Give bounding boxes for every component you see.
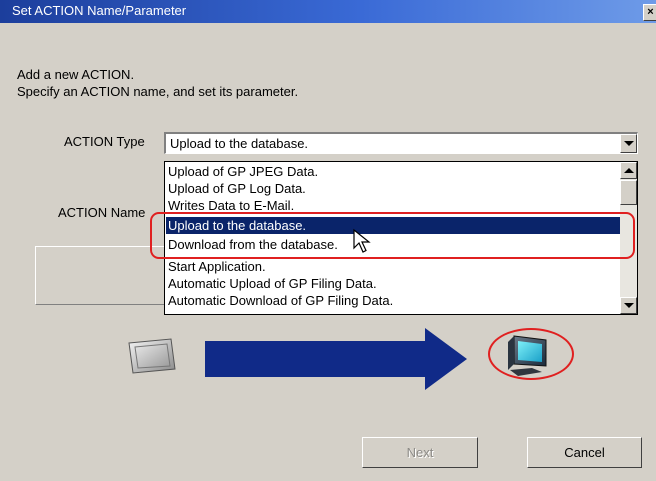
scrollbar-thumb[interactable]	[620, 180, 637, 205]
list-item[interactable]: Automatic Download of GP Filing Data.	[168, 292, 393, 309]
right-arrow-icon	[205, 328, 467, 390]
parameter-panel	[35, 246, 170, 305]
chevron-up-icon	[623, 168, 634, 173]
close-button[interactable]: ×	[643, 4, 656, 21]
action-type-combobox[interactable]: Upload to the database.	[164, 132, 638, 154]
action-type-label: ACTION Type	[64, 134, 145, 149]
highlight-pc-icon-annotation	[488, 328, 574, 380]
chevron-down-icon	[623, 141, 634, 146]
intro-line-2: Specify an ACTION name, and set its para…	[17, 84, 299, 99]
list-item[interactable]: Start Application.	[168, 258, 266, 275]
next-button[interactable]: Next	[362, 437, 478, 468]
close-icon: ×	[647, 6, 654, 18]
window-title: Set ACTION Name/Parameter	[12, 3, 187, 18]
intro-line-1: Add a new ACTION.	[17, 67, 135, 82]
combobox-dropdown-button[interactable]	[620, 134, 637, 153]
chevron-down-icon	[623, 303, 634, 308]
gp-display-icon	[128, 338, 176, 374]
action-name-label: ACTION Name	[58, 205, 146, 220]
action-type-value: Upload to the database.	[170, 136, 309, 151]
scroll-up-button[interactable]	[620, 162, 637, 179]
cancel-button[interactable]: Cancel	[527, 437, 642, 468]
scroll-down-button[interactable]	[620, 297, 637, 314]
list-item[interactable]: Automatic Upload of GP Filing Data.	[168, 275, 377, 292]
title-bar[interactable]: Set ACTION Name/Parameter ×	[0, 0, 656, 23]
dialog-window: Set ACTION Name/Parameter × Add a new AC…	[0, 0, 656, 481]
list-item[interactable]: Upload of GP Log Data.	[168, 180, 306, 197]
highlight-selection-annotation	[150, 212, 635, 259]
list-item[interactable]: Upload of GP JPEG Data.	[168, 163, 318, 180]
